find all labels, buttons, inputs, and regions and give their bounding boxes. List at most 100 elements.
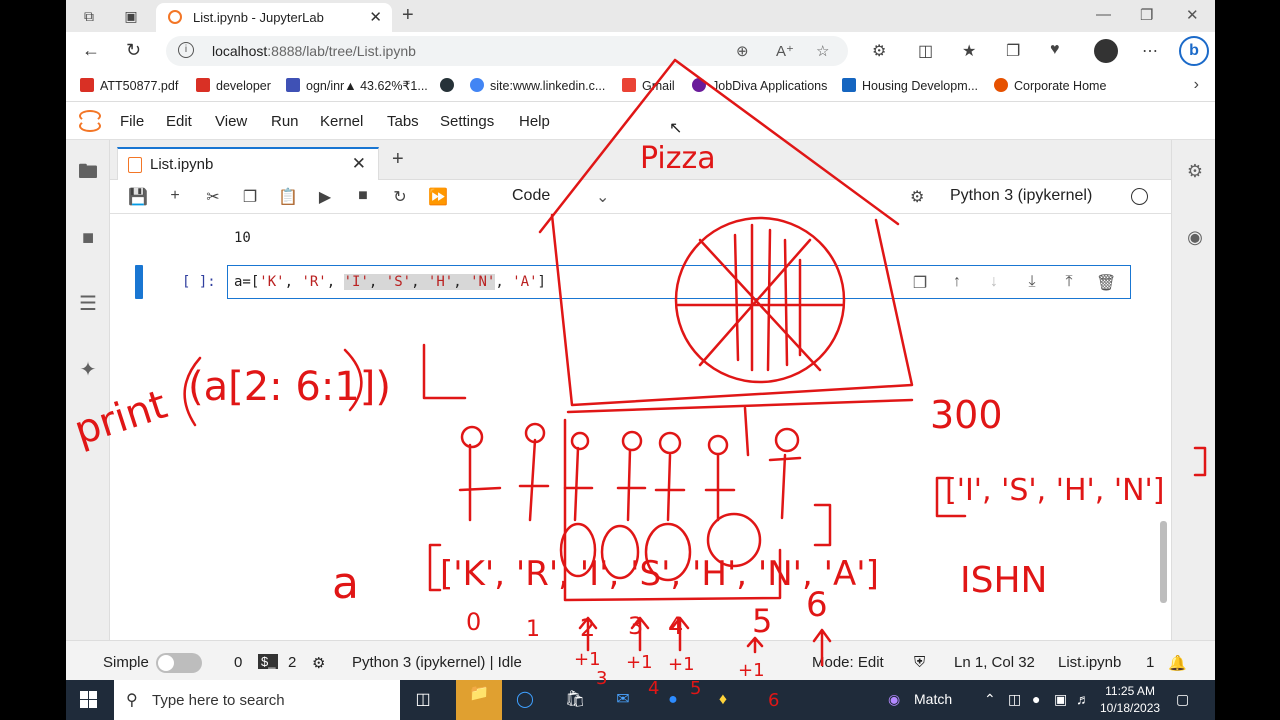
menu-file[interactable]: File bbox=[120, 113, 144, 130]
running-icon[interactable]: ■ bbox=[76, 226, 100, 250]
cut-icon[interactable]: ✂ bbox=[203, 187, 223, 207]
run-icon[interactable]: ▶ bbox=[315, 187, 335, 207]
python-icon[interactable]: ♦ bbox=[706, 686, 740, 714]
bookmark-item[interactable]: ATT50877.pdf bbox=[80, 78, 178, 93]
read-aloud-icon[interactable]: A⁺ bbox=[776, 42, 794, 60]
terminals-count[interactable]: 0 bbox=[234, 654, 242, 671]
shield-icon[interactable]: ⛨ bbox=[914, 654, 925, 671]
bookmark-item[interactable]: Housing Developm... bbox=[842, 78, 978, 93]
paste-icon[interactable]: 📋 bbox=[278, 187, 298, 207]
cell-type-select[interactable]: Code ⌄ bbox=[512, 187, 609, 206]
volume-icon[interactable]: ♬ bbox=[1076, 691, 1090, 707]
kernel-name[interactable]: Python 3 (ipykernel) bbox=[950, 187, 1092, 205]
more-menu-icon[interactable]: ⋯ bbox=[1142, 41, 1158, 61]
menu-help[interactable]: Help bbox=[519, 113, 550, 130]
code-text[interactable]: a=['K', 'R', 'I', 'S', 'H', 'N', 'A'] bbox=[234, 274, 546, 290]
edge-browser-icon[interactable]: ◯ bbox=[508, 686, 542, 714]
active-cell-indicator[interactable] bbox=[135, 265, 143, 299]
notebook-tab[interactable]: List.ipynb ✕ bbox=[117, 147, 379, 180]
move-down-icon[interactable]: ↓ bbox=[984, 273, 1004, 291]
refresh-icon[interactable]: ↻ bbox=[126, 40, 141, 61]
extension-puzzle-icon[interactable]: ✦ bbox=[76, 358, 100, 382]
zoom-app-icon[interactable]: ● bbox=[656, 686, 690, 714]
fast-forward-icon[interactable]: ⏩ bbox=[428, 187, 448, 207]
tab-actions-icon[interactable]: ▣ bbox=[122, 7, 140, 25]
close-tab-icon[interactable]: ✕ bbox=[369, 8, 382, 26]
browser-tab[interactable]: List.ipynb - JupyterLab ✕ bbox=[156, 3, 392, 32]
minimize-icon[interactable]: — bbox=[1096, 6, 1111, 23]
close-notebook-icon[interactable]: ✕ bbox=[352, 154, 366, 174]
bing-copilot-icon[interactable]: b bbox=[1179, 36, 1209, 66]
browser-essentials-icon[interactable]: ♥ bbox=[1050, 41, 1060, 59]
move-up-icon[interactable]: ↑ bbox=[947, 273, 967, 291]
mail-icon[interactable]: ✉ bbox=[606, 686, 640, 714]
add-launcher-icon[interactable]: + bbox=[392, 148, 404, 171]
split-screen-icon[interactable]: ◫ bbox=[918, 41, 933, 61]
menu-settings[interactable]: Settings bbox=[440, 113, 494, 130]
taskbar-search[interactable]: ⚲ Type here to search bbox=[114, 680, 400, 720]
main-area: List.ipynb ✕ + 💾 + ✂ ❐ 📋 ▶ ■ ↻ ⏩ Code ⌄ ⚙… bbox=[110, 140, 1171, 640]
url-bar[interactable]: i localhost:8888/lab/tree/List.ipynb ⊕ A… bbox=[166, 36, 848, 66]
workspaces-icon[interactable]: ⧉ bbox=[80, 7, 98, 25]
file-explorer-icon[interactable]: 📁 bbox=[456, 680, 502, 720]
collections-icon[interactable]: ❐ bbox=[1006, 41, 1020, 61]
clock[interactable]: 11:25 AM 10/18/2023 bbox=[1100, 683, 1160, 717]
windows-start-icon[interactable] bbox=[80, 691, 97, 708]
chevron-right-icon[interactable]: › bbox=[1194, 76, 1199, 94]
insert-below-icon[interactable]: ⤒ bbox=[1059, 273, 1079, 291]
maximize-icon[interactable]: ❐ bbox=[1140, 6, 1153, 24]
bookmark-item[interactable]: ogn/inr▲ 43.62%₹1... bbox=[286, 78, 428, 93]
insert-above-icon[interactable]: ⤓ bbox=[1022, 273, 1042, 291]
back-icon[interactable]: ← bbox=[82, 40, 100, 61]
copy-icon[interactable]: ❐ bbox=[240, 187, 260, 207]
simple-mode-toggle[interactable] bbox=[156, 653, 202, 673]
menu-tabs[interactable]: Tabs bbox=[387, 113, 419, 130]
cursor-position[interactable]: Ln 1, Col 32 bbox=[954, 654, 1035, 671]
stop-icon[interactable]: ■ bbox=[353, 187, 373, 205]
bookmark-item[interactable]: site:www.linkedin.c... bbox=[470, 78, 605, 93]
bookmark-item[interactable]: JobDiva Applications bbox=[692, 78, 827, 93]
zoom-icon[interactable]: ⊕ bbox=[736, 42, 749, 60]
debugger-icon[interactable]: ⚙ bbox=[910, 187, 924, 207]
table-of-contents-icon[interactable]: ☰ bbox=[76, 292, 100, 316]
bookmark-item[interactable]: developer bbox=[196, 78, 271, 93]
bookmark-item[interactable]: Gmail bbox=[622, 78, 675, 93]
bookmark-item[interactable] bbox=[440, 78, 460, 93]
menu-view[interactable]: View bbox=[215, 113, 247, 130]
kernels-count[interactable]: 2 bbox=[288, 654, 296, 671]
extensions-icon[interactable]: ⚙ bbox=[872, 41, 886, 61]
new-tab-icon[interactable]: + bbox=[402, 4, 414, 27]
match-label[interactable]: Match bbox=[914, 691, 952, 707]
site-info-icon[interactable]: i bbox=[178, 42, 194, 58]
favorites-icon[interactable]: ★ bbox=[962, 41, 976, 61]
device-icon[interactable]: ◫ bbox=[1008, 691, 1021, 708]
property-inspector-icon[interactable]: ⚙ bbox=[1184, 160, 1206, 182]
delete-cell-icon[interactable]: 🗑 bbox=[1096, 273, 1116, 293]
url-text[interactable]: localhost:8888/lab/tree/List.ipynb bbox=[212, 43, 416, 59]
close-window-icon[interactable]: ✕ bbox=[1186, 6, 1199, 24]
notebook-scrollbar[interactable] bbox=[1159, 219, 1169, 639]
task-view-icon[interactable]: ◫ bbox=[406, 686, 440, 714]
scrollbar-thumb[interactable] bbox=[1160, 521, 1167, 603]
menu-run[interactable]: Run bbox=[271, 113, 299, 130]
network-icon[interactable]: ▣ bbox=[1054, 691, 1067, 708]
restart-icon[interactable]: ↻ bbox=[390, 187, 410, 207]
profile-avatar[interactable] bbox=[1094, 39, 1118, 63]
insert-cell-icon[interactable]: + bbox=[165, 187, 185, 205]
code-cell-editor[interactable]: a=['K', 'R', 'I', 'S', 'H', 'N', 'A'] ❐ … bbox=[227, 265, 1131, 299]
chevron-up-icon[interactable]: ⌃ bbox=[984, 691, 996, 708]
microphone-icon[interactable]: ● bbox=[1032, 691, 1040, 707]
kernel-status-text[interactable]: Python 3 (ipykernel) | Idle bbox=[352, 654, 522, 671]
menu-kernel[interactable]: Kernel bbox=[320, 113, 363, 130]
bookmark-item[interactable]: Corporate Home bbox=[994, 78, 1106, 93]
bell-icon[interactable]: 🔔 bbox=[1168, 654, 1187, 672]
save-icon[interactable]: 💾 bbox=[128, 187, 148, 207]
menu-edit[interactable]: Edit bbox=[166, 113, 192, 130]
folder-icon[interactable]: 🖿 bbox=[76, 160, 100, 184]
duplicate-cell-icon[interactable]: ❐ bbox=[910, 273, 930, 293]
store-icon[interactable]: 🛍 bbox=[558, 686, 592, 714]
notification-center-icon[interactable]: ▢ bbox=[1176, 691, 1189, 708]
debugger-panel-icon[interactable]: ◉ bbox=[1184, 226, 1206, 248]
match-icon[interactable]: ◉ bbox=[888, 691, 900, 708]
favorite-star-icon[interactable]: ☆ bbox=[816, 42, 829, 60]
